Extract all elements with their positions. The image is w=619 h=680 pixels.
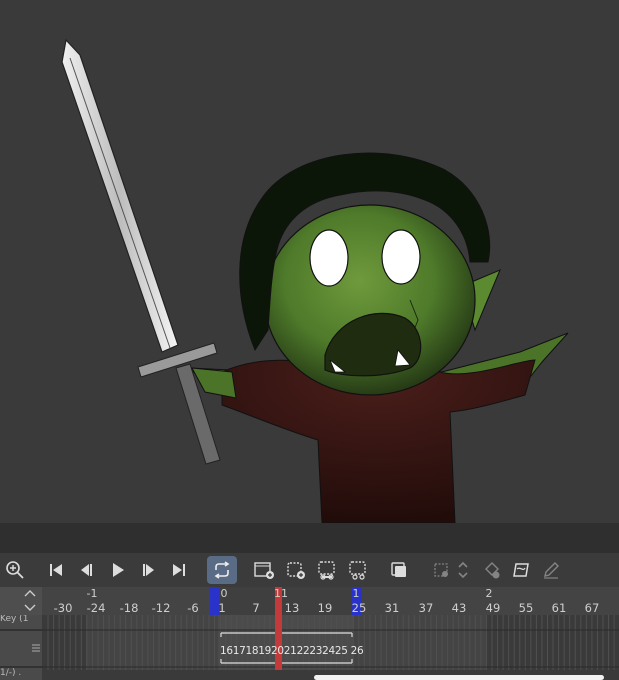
frame-tick-label: 61 — [551, 601, 567, 615]
play-icon[interactable] — [104, 556, 132, 584]
frame-tick-label: -30 — [53, 601, 73, 615]
frame-tick-label: -18 — [119, 601, 139, 615]
chevron-up-down-icon — [24, 590, 36, 611]
menu-icon — [32, 644, 40, 652]
frame-icon[interactable] — [507, 556, 535, 584]
ruler-upper-label: -1 — [86, 587, 98, 600]
scroll-stepper[interactable] — [0, 587, 42, 615]
frame-tick-label: 43 — [451, 601, 467, 615]
timeline-tracks[interactable]: Key (1 1/-) . 16171819202122232425 26 — [0, 615, 619, 680]
onion-skin-icon[interactable] — [385, 556, 413, 584]
ruler-upper-label: 1 — [352, 587, 360, 600]
frame-tick-label: -24 — [86, 601, 106, 615]
cel-unlink-icon[interactable] — [344, 556, 372, 584]
ruler-upper-label: 2 — [485, 587, 493, 600]
first-frame-icon[interactable] — [42, 556, 70, 584]
frame-tick-label: 25 — [351, 601, 367, 615]
drawing-canvas[interactable] — [0, 0, 619, 523]
cel-track-header[interactable] — [0, 631, 42, 666]
frame-tick-label: 13 — [284, 601, 300, 615]
last-frame-icon[interactable] — [165, 556, 193, 584]
frame-tick-label: 67 — [584, 601, 600, 615]
frame-tick-label: 37 — [418, 601, 434, 615]
fill-icon[interactable] — [478, 556, 506, 584]
add-cel-icon[interactable] — [282, 556, 310, 584]
frame-tick-label: -6 — [187, 601, 199, 615]
cel-numbers: 16171819202122232425 26 — [220, 645, 364, 657]
transform-icon[interactable] — [427, 556, 455, 584]
ruler-upper-label: 11 — [274, 587, 288, 600]
frame-tick-label: 19 — [317, 601, 333, 615]
frame-tick-label: -12 — [151, 601, 171, 615]
frame-tick-label: 31 — [384, 601, 400, 615]
new-animation-cel-icon[interactable] — [250, 556, 278, 584]
frame-tick-label: 7 — [252, 601, 260, 615]
up-down-chevron-icon[interactable] — [452, 556, 474, 584]
timeline-toolbar — [0, 553, 619, 587]
bottom-track-label: 1/-) . — [0, 668, 42, 680]
pen-icon[interactable] — [537, 556, 565, 584]
frame-ruler[interactable]: -1 0 11 1 2 -30 -24 -18 -12 -6 1 7 13 19… — [0, 587, 619, 615]
goblin-illustration — [61, 38, 569, 523]
panel-divider — [0, 523, 619, 553]
frame-tick-label: 49 — [485, 601, 501, 615]
loop-icon[interactable] — [207, 556, 237, 584]
frame-tick-label: 1 — [218, 601, 226, 615]
previous-frame-icon[interactable] — [72, 556, 100, 584]
cel-link-icon[interactable] — [313, 556, 341, 584]
zoom-icon[interactable] — [1, 556, 29, 584]
key-track-label[interactable]: Key (1 — [0, 615, 42, 629]
next-frame-icon[interactable] — [135, 556, 163, 584]
ruler-upper-label: 0 — [220, 587, 228, 600]
frame-tick-label: 55 — [518, 601, 534, 615]
